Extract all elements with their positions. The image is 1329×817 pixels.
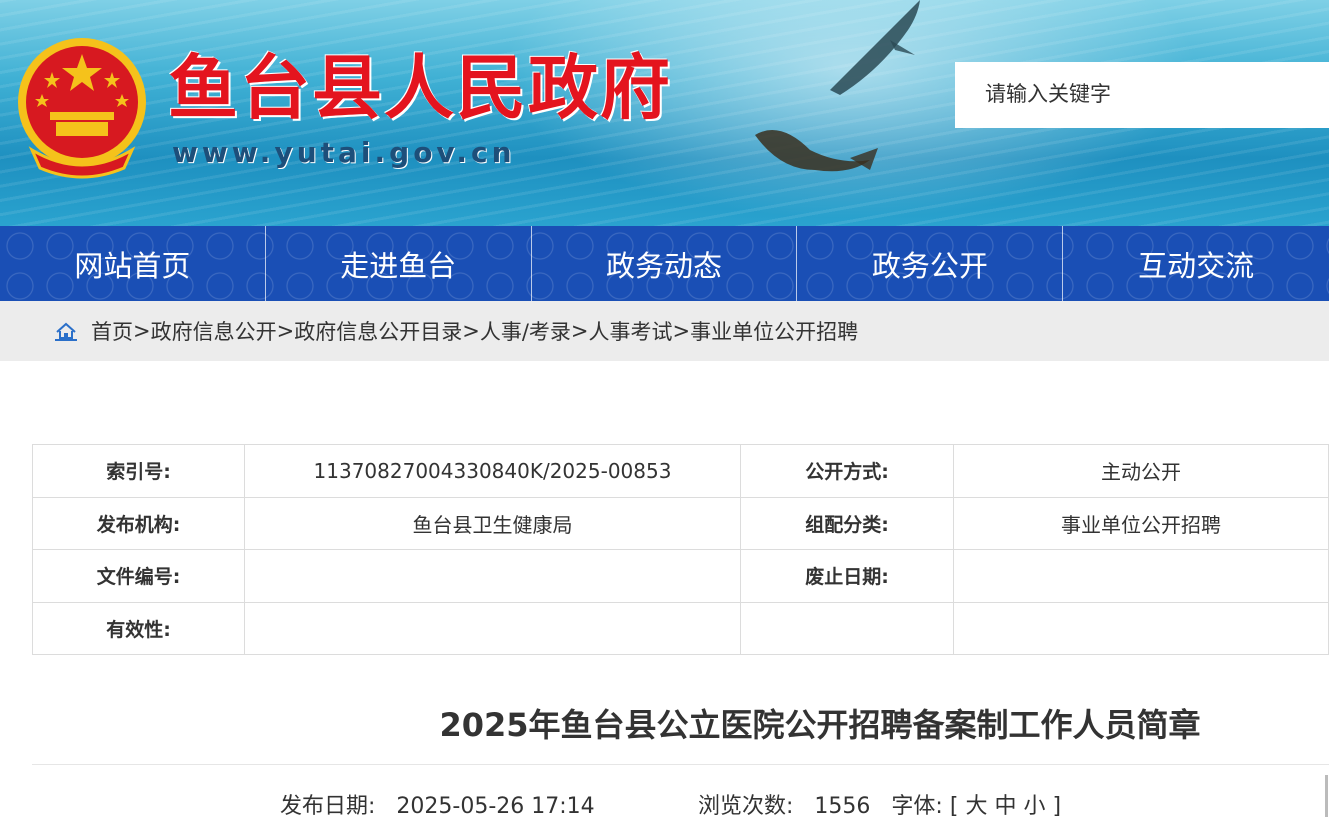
publish-date: 2025-05-26 17:14 bbox=[396, 794, 595, 817]
disclosure-label: 公开方式: bbox=[740, 444, 954, 498]
table-row: 有效性: bbox=[32, 601, 1329, 655]
index-no-label: 索引号: bbox=[32, 444, 245, 498]
font-bracket-close: ] bbox=[1052, 794, 1062, 817]
nav-item-home[interactable]: 网站首页 bbox=[0, 226, 266, 301]
font-large-button[interactable]: 大 bbox=[965, 794, 987, 817]
empty-label bbox=[740, 601, 954, 655]
publish-label: 发布日期: bbox=[280, 794, 376, 817]
nav-item-gov-disclosure[interactable]: 政务公开 bbox=[797, 226, 1064, 301]
table-row: 索引号: 11370827004330840K/2025-00853 公开方式:… bbox=[32, 444, 1329, 498]
national-emblem-icon bbox=[18, 38, 146, 179]
expiry-label: 废止日期: bbox=[740, 549, 954, 603]
font-medium-button[interactable]: 中 bbox=[994, 794, 1016, 817]
validity-label: 有效性: bbox=[32, 601, 245, 655]
article-title: 2025年鱼台县公立医院公开招聘备案制工作人员简章 bbox=[439, 706, 1201, 744]
breadcrumb-separator: > bbox=[276, 319, 295, 343]
home-icon bbox=[55, 322, 77, 341]
expiry-value bbox=[953, 549, 1329, 603]
divider bbox=[32, 764, 1329, 765]
category-label: 组配分类: bbox=[740, 496, 954, 550]
breadcrumb-personnel-exam[interactable]: 人事考试 bbox=[589, 316, 673, 346]
breadcrumb-personnel[interactable]: 人事/考录 bbox=[480, 316, 571, 346]
document-meta-table: 索引号: 11370827004330840K/2025-00853 公开方式:… bbox=[32, 444, 1329, 655]
table-row: 文件编号: 废止日期: bbox=[32, 549, 1329, 603]
doc-no-label: 文件编号: bbox=[32, 549, 245, 603]
view-count-row: 浏览次数: 1556 字体: [ 大 中 小 ] bbox=[698, 788, 1061, 817]
main-nav: 网站首页 走进鱼台 政务动态 政务公开 互动交流 bbox=[0, 226, 1329, 301]
views-count: 1556 bbox=[814, 794, 871, 817]
disclosure-value: 主动公开 bbox=[953, 444, 1329, 498]
breadcrumb-public-recruitment[interactable]: 事业单位公开招聘 bbox=[690, 316, 858, 346]
search-input[interactable] bbox=[955, 62, 1329, 128]
site-header: 鱼台县人民政府 www.yutai.gov.cn bbox=[0, 0, 1329, 226]
doc-no-value bbox=[244, 549, 741, 603]
fish-decoration-icon bbox=[830, 0, 920, 95]
index-no-value: 11370827004330840K/2025-00853 bbox=[244, 444, 741, 498]
fish-decoration-icon bbox=[755, 130, 878, 172]
breadcrumb: 首页 > 政府信息公开 > 政府信息公开目录 > 人事/考录 > 人事考试 > … bbox=[0, 301, 1329, 361]
nav-item-about-yutai[interactable]: 走进鱼台 bbox=[266, 226, 532, 301]
breadcrumb-separator: > bbox=[462, 319, 480, 343]
nav-item-gov-news[interactable]: 政务动态 bbox=[532, 226, 798, 301]
scrollbar[interactable] bbox=[1325, 775, 1328, 817]
validity-value bbox=[244, 601, 741, 655]
breadcrumb-separator: > bbox=[133, 319, 151, 343]
font-bracket-open: [ bbox=[949, 794, 959, 817]
breadcrumb-separator: > bbox=[672, 319, 691, 343]
breadcrumb-home[interactable]: 首页 bbox=[91, 316, 133, 346]
breadcrumb-gov-info[interactable]: 政府信息公开 bbox=[151, 316, 277, 346]
publisher-label: 发布机构: bbox=[32, 496, 245, 550]
site-title: 鱼台县人民政府 bbox=[168, 47, 672, 129]
font-label: 字体: bbox=[891, 794, 943, 817]
font-small-button[interactable]: 小 bbox=[1023, 794, 1045, 817]
publish-date-row: 发布日期: 2025-05-26 17:14 bbox=[280, 788, 595, 817]
table-row: 发布机构: 鱼台县卫生健康局 组配分类: 事业单位公开招聘 bbox=[32, 496, 1329, 550]
site-url: www.yutai.gov.cn bbox=[172, 136, 516, 169]
breadcrumb-gov-info-catalog[interactable]: 政府信息公开目录 bbox=[294, 316, 462, 346]
category-value: 事业单位公开招聘 bbox=[953, 496, 1329, 550]
views-label: 浏览次数: bbox=[698, 794, 794, 817]
breadcrumb-separator: > bbox=[570, 319, 589, 343]
publisher-value: 鱼台县卫生健康局 bbox=[244, 496, 741, 550]
nav-item-interaction[interactable]: 互动交流 bbox=[1063, 226, 1329, 301]
empty-value bbox=[953, 601, 1329, 655]
